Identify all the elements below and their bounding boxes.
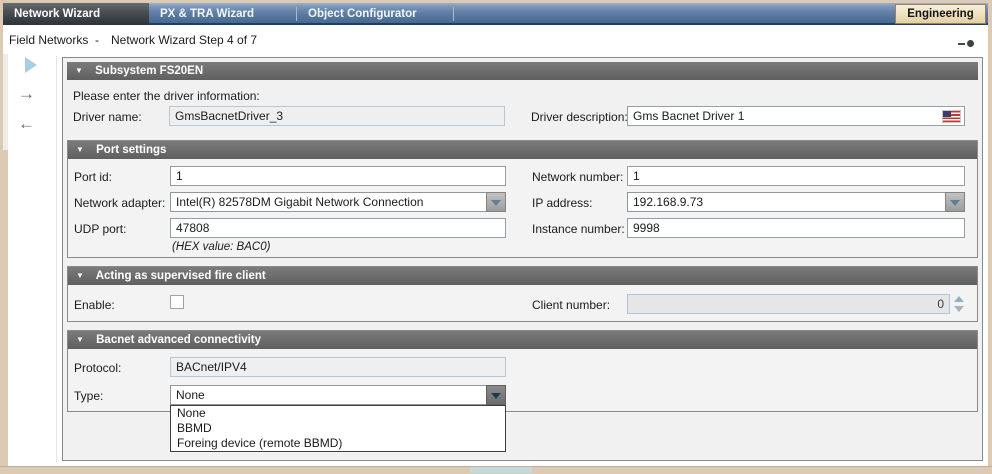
ip-address-combobox[interactable]: 192.168.9.73 <box>627 192 965 212</box>
pin-icon[interactable] <box>958 40 974 47</box>
network-number-label: Network number: <box>532 170 623 184</box>
udp-port-field[interactable]: 47808 <box>170 218 506 238</box>
type-combobox[interactable]: None <box>170 385 506 405</box>
driver-name-field[interactable]: GmsBacnetDriver_3 <box>169 106 505 126</box>
driver-instruction-text: Please enter the driver information: <box>73 89 260 103</box>
ip-address-label: IP address: <box>532 196 592 210</box>
bacnet-group: ▼ Bacnet advanced connectivity Protocol:… <box>67 330 978 412</box>
driver-description-field[interactable]: Gms Bacnet Driver 1 <box>627 106 965 126</box>
section-title: Acting as supervised fire client <box>96 270 266 282</box>
breadcrumb-separator: - <box>95 27 99 54</box>
type-label: Type: <box>74 389 103 403</box>
window-frame-left-inner-lower <box>3 150 8 466</box>
driver-name-label: Driver name: <box>73 110 142 124</box>
network-number-field[interactable]: 1 <box>627 166 965 186</box>
network-adapter-combobox[interactable]: Intel(R) 82578DM Gigabit Network Connect… <box>170 192 506 212</box>
chevron-down-icon[interactable] <box>486 385 506 405</box>
engineering-mode-button[interactable]: Engineering <box>895 4 986 24</box>
breadcrumb: Field Networks - Network Wizard Step 4 o… <box>3 27 988 54</box>
fire-client-group: ▼ Acting as supervised fire client Enabl… <box>67 266 978 322</box>
window-frame-right <box>988 0 992 474</box>
enable-checkbox[interactable] <box>170 295 184 309</box>
us-flag-icon <box>943 111 960 122</box>
tab-network-wizard[interactable]: Network Wizard <box>3 3 149 25</box>
tab-label: PX & TRA Wizard <box>160 8 254 20</box>
window-frame-left-inner <box>3 54 8 150</box>
dropdown-option-none[interactable]: None <box>171 406 505 421</box>
tab-object-configurator[interactable]: Object Configurator <box>297 3 455 25</box>
protocol-field[interactable]: BACnet/IPV4 <box>170 357 506 377</box>
breadcrumb-context[interactable]: Field Networks <box>9 27 88 54</box>
tab-divider <box>453 7 454 21</box>
port-settings-group: ▼ Port settings Port id: 1 Network numbe… <box>67 140 978 258</box>
run-wizard-icon[interactable] <box>25 57 37 73</box>
dropdown-option-bbmd[interactable]: BBMD <box>171 421 505 436</box>
section-title: Port settings <box>96 144 166 156</box>
collapse-icon: ▼ <box>76 335 84 344</box>
port-id-field[interactable]: 1 <box>170 166 506 186</box>
section-title: Bacnet advanced connectivity <box>96 334 261 346</box>
instance-number-field[interactable]: 9998 <box>627 218 965 238</box>
section-header-bacnet[interactable]: ▼ Bacnet advanced connectivity <box>68 331 977 349</box>
tab-bar: Network Wizard PX & TRA Wizard Object Co… <box>3 3 988 25</box>
tab-label: Object Configurator <box>308 8 417 20</box>
driver-description-label: Driver description: <box>531 110 628 124</box>
toolbar-divider <box>56 56 57 462</box>
breadcrumb-step: Network Wizard Step 4 of 7 <box>111 27 257 54</box>
chevron-down-icon[interactable] <box>945 192 965 212</box>
section-header-subsystem[interactable]: ▼ Subsystem FS20EN <box>67 62 978 80</box>
instance-number-label: Instance number: <box>532 222 625 236</box>
collapse-icon: ▼ <box>76 271 84 280</box>
spin-up-icon[interactable] <box>954 296 964 302</box>
type-dropdown-list: None BBMD Foreing device (remote BBMD) <box>170 405 506 452</box>
client-number-spinner[interactable]: 0 <box>627 294 950 314</box>
collapse-icon: ▼ <box>75 66 83 75</box>
section-header-fire-client[interactable]: ▼ Acting as supervised fire client <box>68 267 977 285</box>
section-title: Subsystem FS20EN <box>95 65 203 77</box>
spin-down-icon[interactable] <box>954 306 964 312</box>
enable-label: Enable: <box>74 298 115 312</box>
spinner-arrows[interactable] <box>953 294 965 314</box>
udp-port-hex-hint: (HEX value: BAC0) <box>172 241 270 253</box>
tab-label: Network Wizard <box>14 8 100 20</box>
back-arrow-icon[interactable]: ← <box>18 116 35 132</box>
dropdown-option-foreign-device[interactable]: Foreing device (remote BBMD) <box>171 436 505 451</box>
wizard-panel: ▼ Subsystem FS20EN Please enter the driv… <box>62 57 983 461</box>
forward-arrow-icon[interactable]: → <box>18 86 35 102</box>
network-adapter-label: Network adapter: <box>74 196 165 210</box>
horizontal-scrollbar-thumb[interactable] <box>470 467 532 473</box>
udp-port-label: UDP port: <box>74 222 126 236</box>
application-window: Network Wizard PX & TRA Wizard Object Co… <box>0 0 992 474</box>
client-number-label: Client number: <box>532 298 610 312</box>
port-id-label: Port id: <box>74 170 112 184</box>
chevron-down-icon[interactable] <box>486 192 506 212</box>
collapse-icon: ▼ <box>76 145 84 154</box>
section-header-port-settings[interactable]: ▼ Port settings <box>68 141 977 159</box>
protocol-label: Protocol: <box>74 361 121 375</box>
tab-px-tra-wizard[interactable]: PX & TRA Wizard <box>149 3 296 25</box>
